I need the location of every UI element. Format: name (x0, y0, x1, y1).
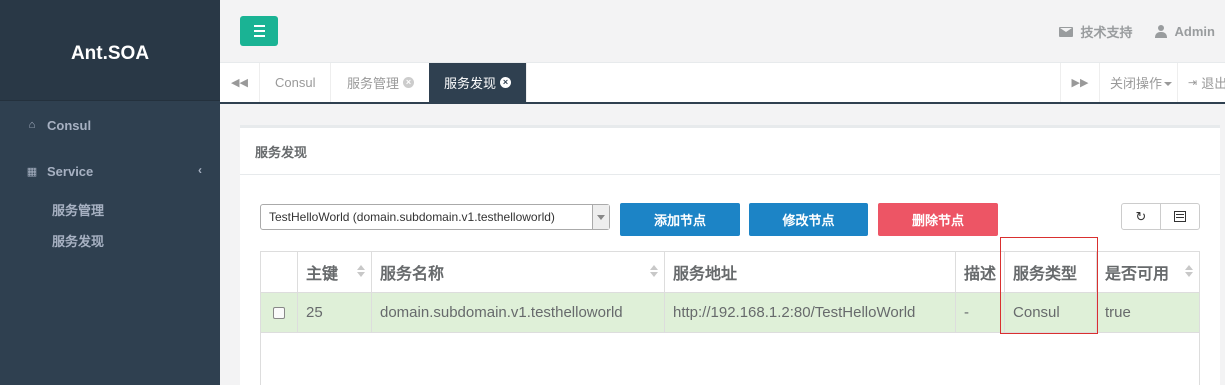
sidebar-subitem-service-management[interactable]: 服务管理 (0, 194, 220, 225)
hamburger-icon-line (253, 35, 265, 37)
cell-available: true (1096, 292, 1200, 333)
add-node-button[interactable]: 添加节点 (620, 203, 740, 236)
cell-service-type: Consul (1004, 292, 1098, 333)
columns-toggle-button[interactable] (1160, 204, 1199, 229)
column-header-description: 描述 (955, 251, 1006, 293)
column-header-label: 描述 (964, 266, 997, 283)
close-operations-label: 关闭操作 (1110, 76, 1163, 91)
column-header-label: 服务名称 (380, 266, 445, 283)
panel-title: 服务发现 (240, 128, 1220, 175)
tab-close-icon[interactable]: × (500, 77, 512, 88)
cell-service-address: http://192.168.1.2:80/TestHelloWorld (664, 292, 956, 333)
logout-button[interactable]: ⇥ 退出 (1180, 63, 1225, 102)
sidebar-item-service[interactable]: ▦ Service ‹ (0, 148, 220, 194)
tab-label: Consul (275, 75, 316, 90)
envelope-icon (1058, 26, 1073, 37)
tab-service-discovery[interactable]: 服务发现 × (429, 63, 528, 102)
tabs-scroll-right-button[interactable]: ▶▶ (1060, 63, 1100, 102)
sidebar-item-label: Service (47, 163, 94, 179)
column-header-service-name[interactable]: 服务名称 (371, 251, 665, 293)
hamburger-icon-line (253, 25, 265, 27)
hamburger-icon-line (253, 30, 265, 32)
row-checkbox[interactable] (273, 307, 285, 320)
column-header-service-type: 服务类型 (1004, 251, 1098, 293)
tab-service-management[interactable]: 服务管理 × (332, 63, 431, 102)
column-header-label: 服务类型 (1013, 266, 1078, 283)
user-icon (1154, 25, 1167, 38)
select-all-header (260, 251, 298, 293)
tab-close-icon[interactable]: × (403, 77, 415, 88)
column-header-service-address: 服务地址 (664, 251, 956, 293)
sidebar-subitem-service-discovery[interactable]: 服务发现 (0, 225, 220, 256)
cell-service-name: domain.subdomain.v1.testhelloworld (371, 292, 665, 333)
column-header-label: 是否可用 (1105, 266, 1170, 283)
row-checkbox-cell[interactable] (260, 292, 298, 333)
logout-label: 退出 (1201, 76, 1225, 91)
backward-icon: ◀◀ (231, 77, 248, 89)
tabs-scroll-left-button[interactable]: ◀◀ (220, 63, 260, 102)
column-header-label: 主键 (306, 266, 339, 283)
home-icon: ⌂ (28, 119, 36, 131)
empty-space (260, 332, 1200, 385)
cell-id: 25 (297, 292, 372, 333)
column-header-id[interactable]: 主键 (297, 251, 372, 293)
service-select[interactable]: TestHelloWorld (domain.subdomain.v1.test… (260, 204, 610, 230)
logo-area: Ant.SOA (0, 0, 220, 101)
refresh-button[interactable]: ↻ (1122, 204, 1160, 229)
user-menu[interactable]: Admin (1154, 24, 1215, 39)
support-link[interactable]: 技术支持 (1058, 22, 1133, 41)
edit-node-button[interactable]: 修改节点 (749, 203, 868, 236)
sort-icon (357, 265, 365, 279)
table-toolbar: ↻ (1121, 203, 1200, 230)
sidebar: Ant.SOA ⌂ Consul ▦ Service ‹ 服务管理 服务发现 (0, 0, 220, 385)
header-actions: 技术支持 Admin (1058, 22, 1215, 41)
cell-description: - (955, 292, 1006, 333)
app-logo: Ant.SOA (70, 43, 150, 64)
select-arrow-icon (592, 205, 609, 229)
table-header-row: 主键 服务名称 服务地址 描述 服务类型 是否可用 (260, 251, 1200, 293)
table-icon: ▦ (26, 165, 38, 178)
sidebar-item-consul[interactable]: ⌂ Consul (0, 102, 220, 148)
sort-icon (1185, 265, 1193, 279)
table-row-empty (260, 332, 1200, 385)
tabs-bar: ◀◀ Consul 服务管理 × 服务发现 × ▶▶ 关闭操作 ⇥ 退出 (220, 63, 1225, 104)
sort-icon (650, 265, 658, 279)
tab-consul[interactable]: Consul (260, 63, 332, 102)
content-panel: 服务发现 TestHelloWorld (domain.subdomain.v1… (240, 125, 1220, 385)
column-header-available[interactable]: 是否可用 (1096, 251, 1200, 293)
table-row[interactable]: 25 domain.subdomain.v1.testhelloworld ht… (260, 292, 1200, 333)
support-label: 技术支持 (1080, 25, 1133, 40)
sidebar-item-label: Consul (47, 117, 92, 133)
columns-icon (1174, 211, 1186, 222)
user-name: Admin (1174, 24, 1215, 39)
chevron-left-icon: ‹ (198, 163, 202, 177)
menu-toggle-button[interactable] (240, 16, 278, 46)
top-header: 技术支持 Admin (220, 0, 1225, 63)
tab-label: 服务发现 (444, 76, 497, 91)
refresh-icon: ↻ (1135, 208, 1147, 224)
sign-out-icon: ⇥ (1188, 77, 1198, 89)
column-header-label: 服务地址 (673, 266, 738, 283)
service-select-value: TestHelloWorld (domain.subdomain.v1.test… (269, 210, 555, 224)
tab-label: 服务管理 (347, 76, 400, 91)
forward-icon: ▶▶ (1071, 77, 1089, 89)
caret-down-icon (1164, 81, 1173, 86)
service-table: 主键 服务名称 服务地址 描述 服务类型 是否可用 25 domain.subd… (260, 251, 1200, 385)
delete-node-button[interactable]: 删除节点 (878, 203, 998, 236)
close-operations-dropdown[interactable]: 关闭操作 (1100, 63, 1178, 102)
